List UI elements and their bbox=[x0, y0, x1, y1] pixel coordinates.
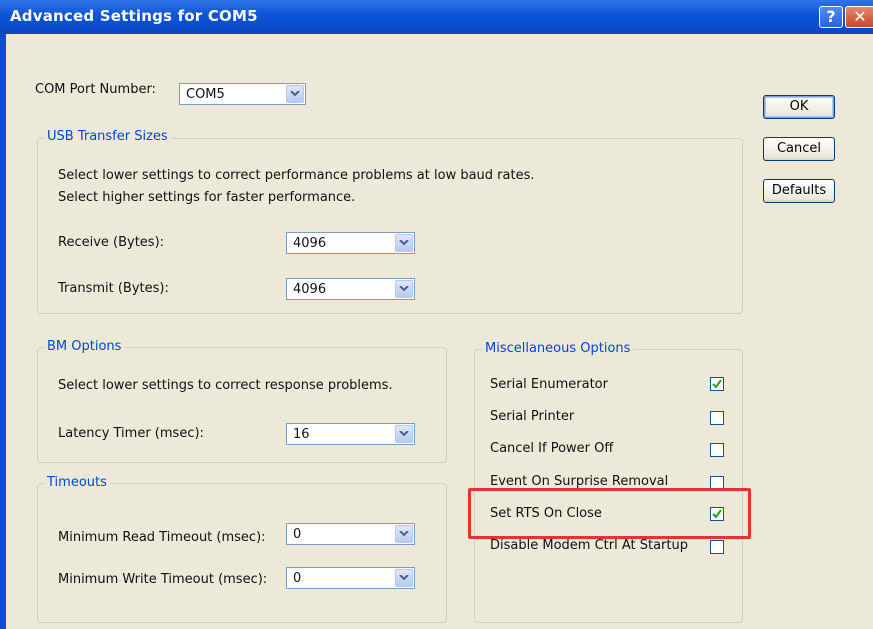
serial-enumerator-checkbox[interactable] bbox=[710, 377, 724, 391]
com-port-label: COM Port Number: bbox=[35, 82, 156, 97]
read-timeout-value: 0 bbox=[293, 527, 302, 542]
latency-select[interactable]: 16 bbox=[286, 423, 415, 445]
com-port-value: COM5 bbox=[186, 87, 225, 102]
chevron-down-icon[interactable] bbox=[395, 425, 413, 443]
write-timeout-label: Minimum Write Timeout (msec): bbox=[58, 572, 268, 587]
write-timeout-select[interactable]: 0 bbox=[286, 567, 415, 589]
receive-value: 4096 bbox=[293, 236, 327, 251]
close-button[interactable]: ✕ bbox=[845, 6, 873, 28]
timeouts-group-title: Timeouts bbox=[44, 475, 110, 490]
cancel-if-power-off-checkbox[interactable] bbox=[710, 443, 724, 457]
help-button[interactable]: ? bbox=[819, 6, 843, 28]
misc-group-title: Miscellaneous Options bbox=[482, 341, 634, 356]
window-title: Advanced Settings for COM5 bbox=[10, 7, 258, 25]
latency-value: 16 bbox=[293, 427, 310, 442]
misc-option-label: Serial Enumerator bbox=[490, 377, 608, 392]
bm-group-title: BM Options bbox=[44, 339, 125, 354]
chevron-down-icon[interactable] bbox=[395, 280, 413, 298]
bm-options-group bbox=[37, 347, 447, 463]
misc-option-label: Cancel If Power Off bbox=[490, 441, 614, 456]
misc-option-label: Disable Modem Ctrl At Startup bbox=[490, 538, 688, 553]
chevron-down-icon[interactable] bbox=[286, 85, 304, 103]
bm-description: Select lower settings to correct respons… bbox=[58, 378, 393, 393]
transmit-label: Transmit (Bytes): bbox=[58, 281, 169, 296]
usb-group-title: USB Transfer Sizes bbox=[44, 129, 171, 144]
disable-modem-ctrl-checkbox[interactable] bbox=[710, 540, 724, 554]
usb-description-line1: Select lower settings to correct perform… bbox=[58, 168, 535, 183]
receive-select[interactable]: 4096 bbox=[286, 232, 415, 254]
latency-label: Latency Timer (msec): bbox=[58, 426, 204, 441]
timeouts-group bbox=[37, 483, 447, 623]
highlight-annotation bbox=[468, 488, 751, 539]
read-timeout-select[interactable]: 0 bbox=[286, 523, 415, 545]
cancel-button[interactable]: Cancel bbox=[763, 137, 835, 161]
title-bar[interactable]: Advanced Settings for COM5 ? ✕ bbox=[0, 0, 873, 34]
transmit-value: 4096 bbox=[293, 282, 327, 297]
ok-button[interactable]: OK bbox=[763, 95, 835, 119]
defaults-button[interactable]: Defaults bbox=[763, 179, 835, 203]
receive-label: Receive (Bytes): bbox=[58, 235, 165, 250]
misc-option-label: Event On Surprise Removal bbox=[490, 474, 669, 489]
write-timeout-value: 0 bbox=[293, 571, 302, 586]
chevron-down-icon[interactable] bbox=[395, 569, 413, 587]
read-timeout-label: Minimum Read Timeout (msec): bbox=[58, 530, 266, 545]
serial-printer-checkbox[interactable] bbox=[710, 411, 724, 425]
transmit-select[interactable]: 4096 bbox=[286, 278, 415, 300]
chevron-down-icon[interactable] bbox=[395, 234, 413, 252]
usb-description-line2: Select higher settings for faster perfor… bbox=[58, 190, 356, 205]
misc-option-label: Serial Printer bbox=[490, 409, 575, 424]
chevron-down-icon[interactable] bbox=[395, 525, 413, 543]
com-port-select[interactable]: COM5 bbox=[179, 83, 306, 105]
